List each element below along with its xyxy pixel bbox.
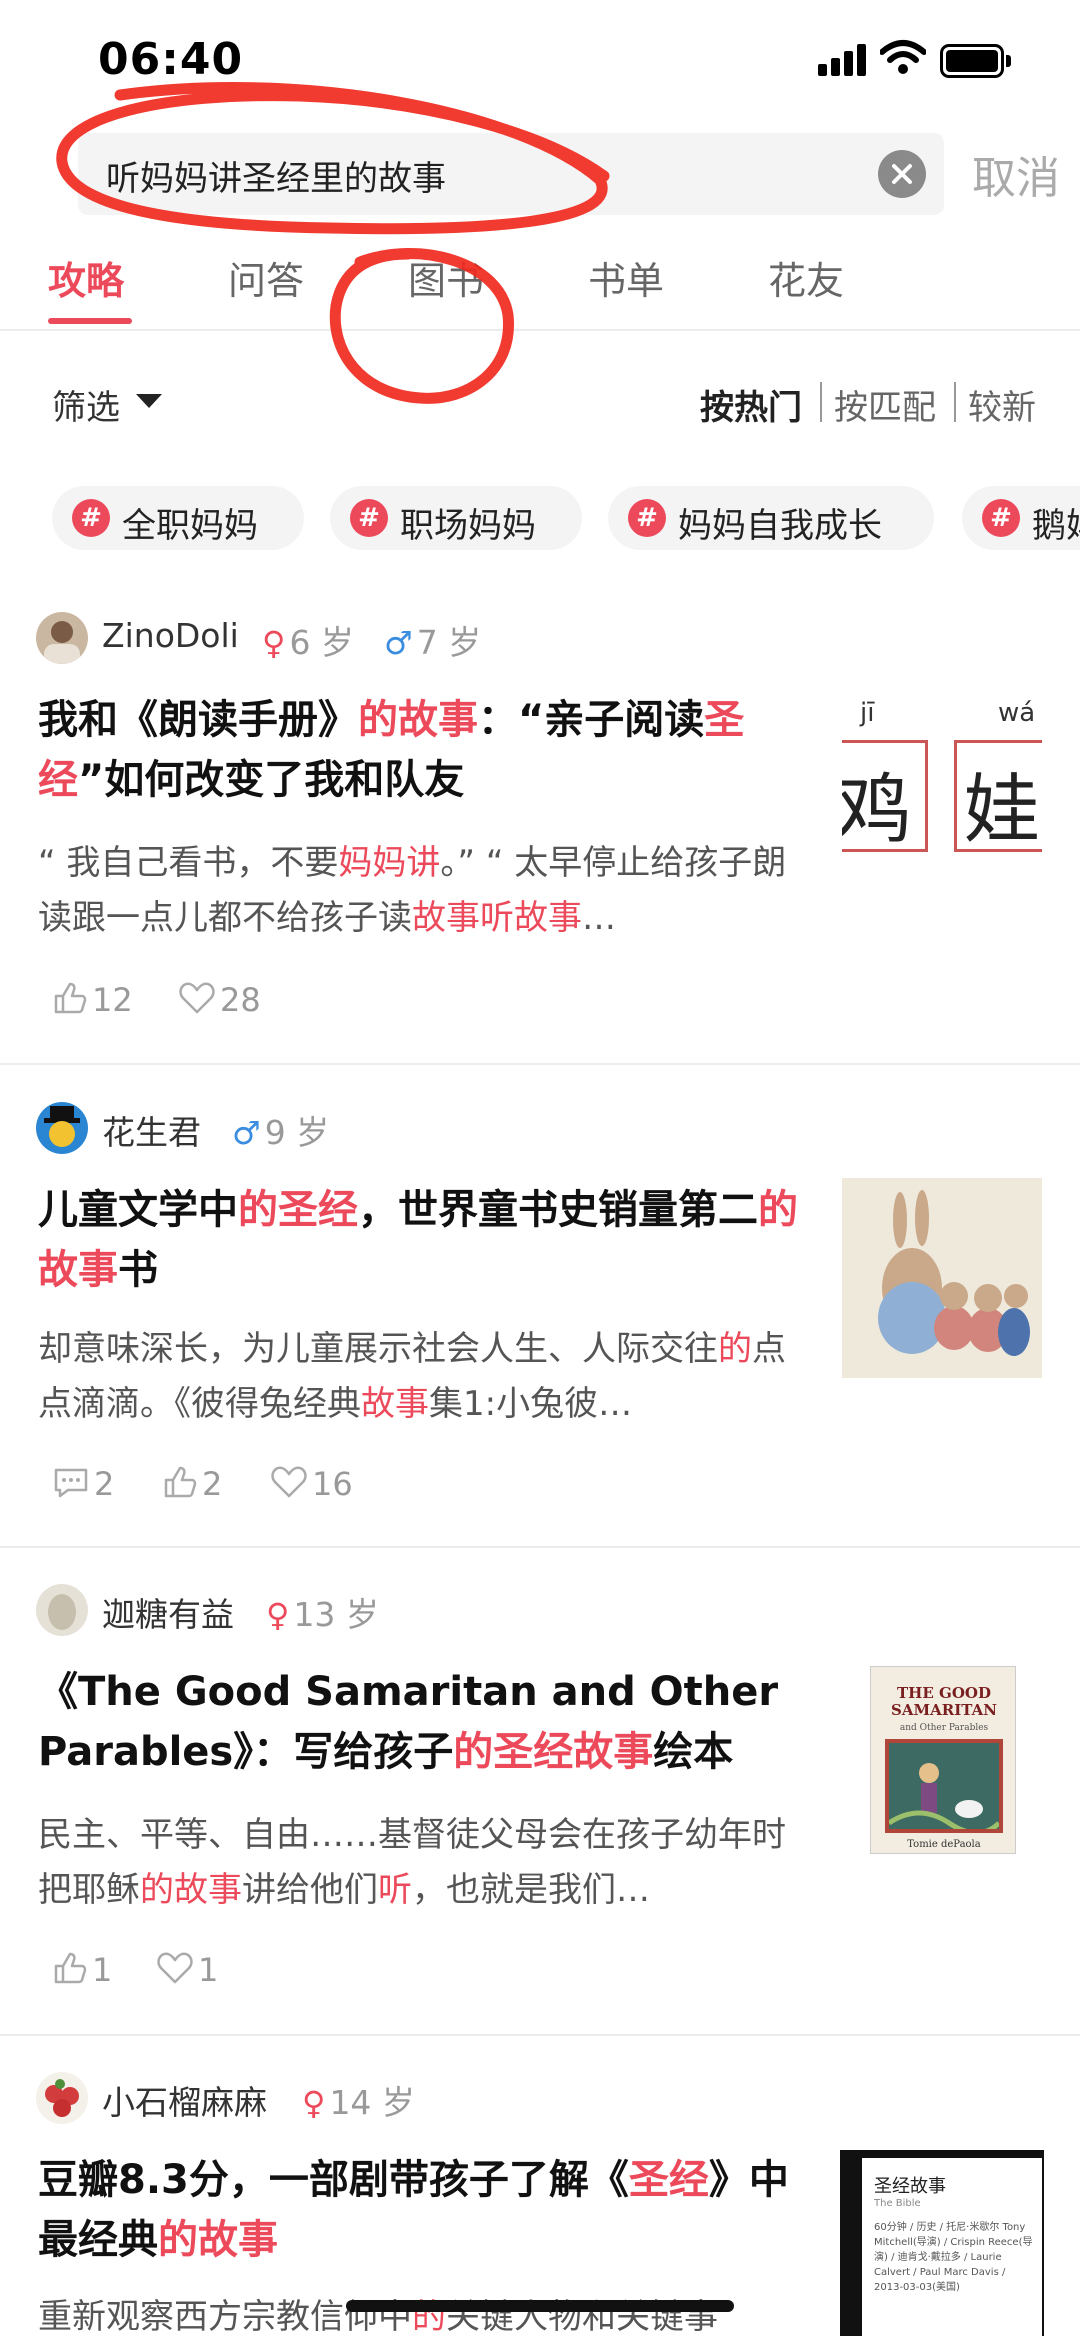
topic-chip[interactable]: # 职场妈妈 <box>330 486 582 550</box>
signal-icon <box>818 44 868 76</box>
post-excerpt: 却意味深长，为儿童展示社会人生、人际交往的点点滴滴。《彼得兔经典故事集1:小兔彼… <box>38 1329 786 1424</box>
battery-icon <box>940 44 1012 78</box>
topic-chip[interactable]: # 妈妈自我成长 <box>608 486 934 550</box>
author-name[interactable]: 小石榴麻麻 <box>102 2076 267 2124</box>
book-subtitle: and Other Parables <box>899 1723 989 1733</box>
comment-count[interactable]: 2 <box>52 1464 114 1503</box>
thumbs-up-icon <box>54 982 87 1014</box>
child-age-boy: ♂ 7 岁 <box>384 623 482 662</box>
like-count[interactable]: 1 <box>52 1950 112 1989</box>
author-name[interactable]: 迦糖有益 <box>102 1588 234 1636</box>
divider <box>954 382 956 422</box>
thumbs-up-icon <box>54 1952 87 1984</box>
hanzi-character: 娃 <box>964 765 1040 854</box>
search-query: 听妈妈讲圣经里的故事 <box>106 159 446 199</box>
clear-search-button[interactable] <box>878 150 926 198</box>
caret-down-icon[interactable] <box>136 394 162 408</box>
book-author: Tomie dePaola <box>907 1839 981 1850</box>
comment-icon <box>54 1468 88 1498</box>
active-tab-indicator <box>48 318 132 324</box>
close-icon <box>892 164 912 184</box>
rabbit-illustration <box>878 1190 1030 1356</box>
avatar[interactable] <box>36 612 88 664</box>
like-count[interactable]: 12 <box>52 980 133 1019</box>
film-meta: 60分钟 / 历史 / 托尼·米歇尔 Tony Mitchell(导演) / C… <box>874 2222 1033 2293</box>
divider <box>0 1063 1080 1065</box>
child-age-girl: ♀ 14 岁 <box>302 2083 415 2122</box>
tab-guides[interactable]: 攻略 <box>48 250 124 305</box>
wifi-icon <box>880 40 926 74</box>
male-icon: ♂ <box>384 624 413 662</box>
female-icon: ♀ <box>302 2084 326 2122</box>
search-input[interactable]: 听妈妈讲圣经里的故事 <box>78 133 944 215</box>
heart-icon <box>179 982 215 1014</box>
child-age-girl: ♀ 6 岁 <box>262 623 354 662</box>
divider <box>820 382 822 422</box>
hashtag-icon: # <box>350 499 388 537</box>
avatar[interactable] <box>36 1584 88 1636</box>
status-bar: 06:40 <box>0 0 1080 120</box>
hanzi-character: 鸡 <box>842 765 912 854</box>
film-subtitle: The Bible <box>874 2198 921 2209</box>
post-thumbnail[interactable]: THE GOOD SAMARITAN and Other Parables To… <box>870 1666 1016 1854</box>
pinyin-label: wá <box>998 698 1036 728</box>
post-excerpt: 重新观察西方宗教信仰中的关键人物和关键事 <box>38 2297 718 2336</box>
divider <box>0 329 1080 331</box>
favorite-count[interactable]: 1 <box>156 1950 218 1989</box>
book-title: THE GOOD SAMARITAN <box>891 1684 997 1719</box>
book-cover-art <box>889 1763 999 1829</box>
author-name[interactable]: ZinoDoli <box>102 616 239 655</box>
topic-chip[interactable]: # 鹅妈 <box>962 486 1080 550</box>
thumbs-up-icon <box>164 1466 197 1498</box>
film-title: 圣经故事 <box>874 2176 946 2197</box>
hashtag-icon: # <box>72 499 110 537</box>
pinyin-label: jī <box>860 698 875 728</box>
sort-newer[interactable]: 较新 <box>968 380 1036 429</box>
avatar[interactable] <box>36 1102 88 1154</box>
sort-hot[interactable]: 按热门 <box>700 380 802 429</box>
favorite-count[interactable]: 16 <box>270 1464 353 1503</box>
sort-match[interactable]: 按匹配 <box>834 380 936 429</box>
post-excerpt: 民主、平等、自由……基督徒父母会在孩子幼年时把耶稣的故事讲给他们听，也就是我们… <box>38 1815 786 1910</box>
post-thumbnail[interactable]: jī wá 鸡 娃 <box>842 692 1042 892</box>
chip-label: 全职妈妈 <box>122 506 258 546</box>
tab-friends[interactable]: 花友 <box>768 250 844 305</box>
status-time: 06:40 <box>98 34 244 85</box>
tab-booklists[interactable]: 书单 <box>588 250 664 305</box>
heart-icon <box>271 1466 307 1498</box>
tab-books[interactable]: 图书 <box>408 250 484 305</box>
post-thumbnail[interactable] <box>842 1178 1042 1378</box>
chip-label: 妈妈自我成长 <box>678 506 882 546</box>
like-count[interactable]: 2 <box>162 1464 222 1503</box>
chip-label: 职场妈妈 <box>400 506 536 546</box>
hashtag-icon: # <box>982 499 1020 537</box>
post-title[interactable]: 我和《朗读手册》的故事：“亲子阅读圣经”如何改变了我和队友 <box>38 690 818 810</box>
post-excerpt: “ 我自己看书，不要妈妈讲。” “ 太早停止给孩子朗读跟一点儿都不给孩子读故事听… <box>38 843 787 938</box>
post-title[interactable]: 《The Good Samaritan and Other Parables》：… <box>38 1662 818 1782</box>
avatar[interactable] <box>36 2072 88 2124</box>
post-title[interactable]: 豆瓣8.3分，一部剧带孩子了解《圣经》中最经典的故事 <box>38 2150 818 2270</box>
topic-chip[interactable]: # 全职妈妈 <box>52 486 304 550</box>
favorite-count[interactable]: 28 <box>178 980 261 1019</box>
post-title[interactable]: 儿童文学中的圣经，世界童书史销量第二的故事书 <box>38 1180 818 1300</box>
chip-label: 鹅妈 <box>1032 506 1080 546</box>
female-icon: ♀ <box>266 1596 290 1634</box>
author-name[interactable]: 花生君 <box>102 1106 201 1154</box>
tab-bar: 攻略 问答 图书 书单 花友 <box>0 250 1080 330</box>
heart-icon <box>157 1952 193 1984</box>
divider <box>0 2034 1080 2036</box>
home-indicator[interactable] <box>346 2300 734 2312</box>
filter-button[interactable]: 筛选 <box>52 380 120 429</box>
divider <box>0 1546 1080 1548</box>
post-thumbnail[interactable]: 圣经故事 The Bible 60分钟 / 历史 / 托尼·米歇尔 Tony M… <box>840 2150 1044 2336</box>
hashtag-icon: # <box>628 499 666 537</box>
cancel-button[interactable]: 取消 <box>972 142 1060 206</box>
tab-qa[interactable]: 问答 <box>228 250 304 305</box>
male-icon: ♂ <box>232 1114 261 1152</box>
female-icon: ♀ <box>262 624 286 662</box>
child-age-boy: ♂ 9 岁 <box>232 1113 330 1152</box>
child-age-girl: ♀ 13 岁 <box>266 1595 379 1634</box>
